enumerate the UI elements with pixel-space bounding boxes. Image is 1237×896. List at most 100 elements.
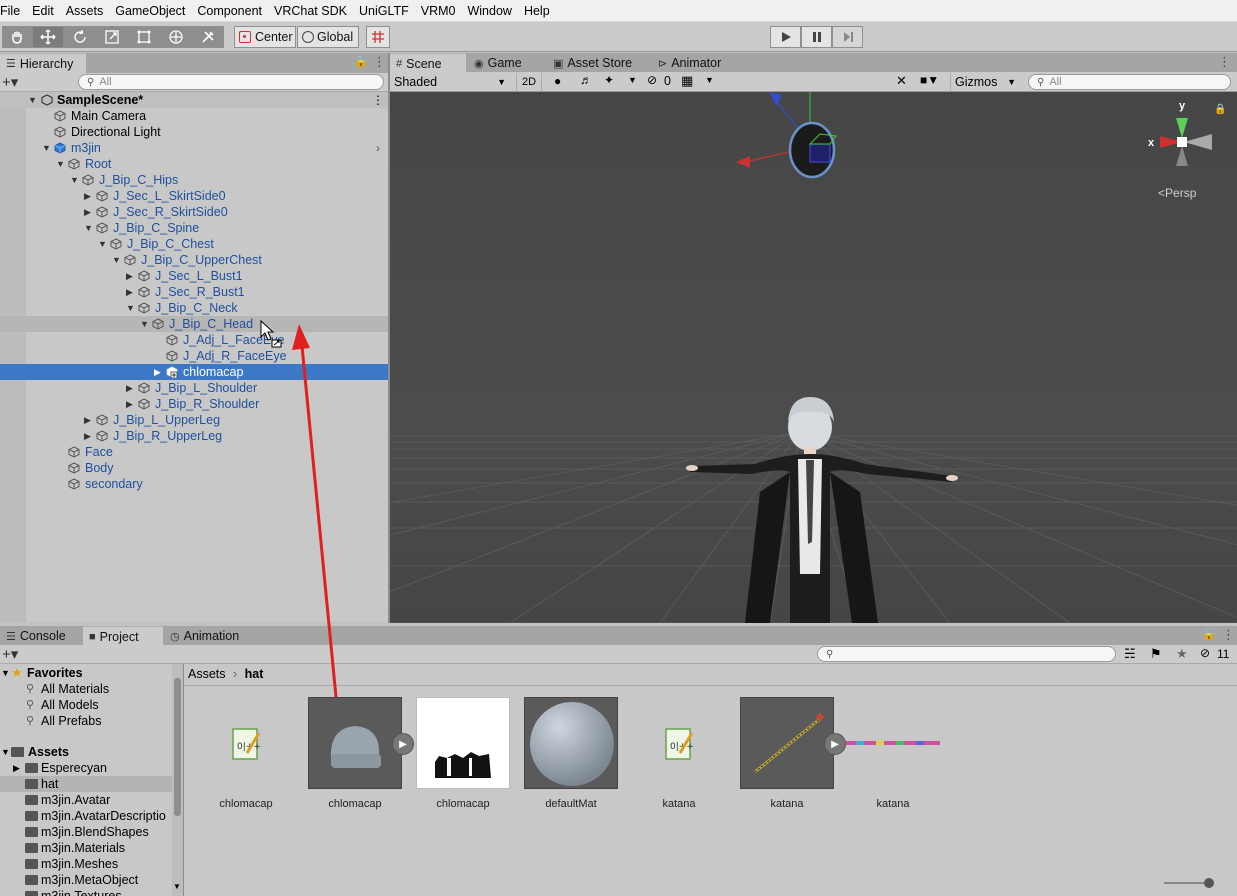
asset-tile[interactable]: ▶ katana xyxy=(740,697,846,810)
tab-scene[interactable]: # Scene xyxy=(390,53,466,73)
tab-animation[interactable]: ◷ Animation xyxy=(164,626,254,646)
scroll-down-icon[interactable]: ▼ xyxy=(173,882,181,891)
expand-arrow-icon[interactable]: ▼ xyxy=(28,92,38,108)
tab-asset-store[interactable]: ▣ Asset Store xyxy=(547,53,637,73)
tab-animator[interactable]: ⊳ Animator xyxy=(652,53,742,73)
grid-toggle-icon[interactable]: ▦ xyxy=(681,73,693,89)
menu-assets[interactable]: Assets xyxy=(60,0,110,22)
star-icon[interactable]: ★ xyxy=(1176,646,1188,662)
hierarchy-row[interactable]: ▶ J_Sec_L_SkirtSide0 xyxy=(0,188,388,204)
asset-zoom-slider[interactable] xyxy=(1164,876,1214,890)
menu-vrm0[interactable]: VRM0 xyxy=(415,0,462,22)
step-button[interactable] xyxy=(832,26,863,48)
folder-item[interactable]: m3jin.Materials xyxy=(0,840,172,856)
hierarchy-row[interactable]: ▶ J_Bip_R_UpperLeg xyxy=(0,428,388,444)
rotate-tool-button[interactable] xyxy=(64,26,96,48)
tab-project[interactable]: ■ Project xyxy=(83,626,163,646)
collapse-arrow-icon[interactable]: ▶ xyxy=(84,204,94,220)
asset-tile[interactable]: defaultMat xyxy=(524,697,618,810)
breadcrumb-hat[interactable]: hat xyxy=(245,667,264,681)
scene-kebab-icon[interactable]: ⋮ xyxy=(372,92,384,108)
folder-item[interactable]: m3jin.Meshes xyxy=(0,856,172,872)
expand-arrow-icon[interactable]: ▼ xyxy=(84,220,94,236)
hierarchy-row[interactable]: ▼ J_Bip_C_Spine xyxy=(0,220,388,236)
persp-label-wrap[interactable]: <Persp xyxy=(1158,186,1196,200)
create-dropdown-button[interactable]: +▾ xyxy=(2,645,18,663)
favorites-row[interactable]: ▼ ★ Favorites xyxy=(0,665,172,681)
gizmos-dropdown[interactable]: Gizmos ▼ xyxy=(950,73,1018,91)
kebab-menu-icon[interactable]: ⋮ xyxy=(1222,627,1235,643)
lock-icon[interactable]: 🔒 xyxy=(1202,628,1216,641)
folder-item[interactable]: m3jin.AvatarDescriptio xyxy=(0,808,172,824)
asset-tile[interactable]: 0|++ katana xyxy=(632,697,726,810)
collapse-arrow-icon[interactable]: ▶ xyxy=(126,284,136,300)
hierarchy-row[interactable]: secondary xyxy=(0,476,388,492)
lightbulb-icon[interactable]: ● xyxy=(554,74,561,88)
effects-icon[interactable]: ✦ xyxy=(604,73,614,87)
hierarchy-row-drop-target[interactable]: ▼ J_Bip_C_Head xyxy=(0,316,388,332)
project-search-input[interactable]: ⚲ xyxy=(817,646,1116,662)
collapse-arrow-icon[interactable]: ▶ xyxy=(84,412,94,428)
menu-edit[interactable]: Edit xyxy=(26,0,60,22)
expand-arrow-icon[interactable]: ▼ xyxy=(70,172,80,188)
pivot-center-button[interactable]: Center xyxy=(234,26,296,48)
folder-item-selected[interactable]: hat xyxy=(0,776,172,792)
play-button[interactable] xyxy=(770,26,801,48)
kebab-menu-icon[interactable]: ⋮ xyxy=(373,54,386,70)
hierarchy-row[interactable]: ▶ J_Bip_L_UpperLeg xyxy=(0,412,388,428)
hierarchy-row[interactable]: ▼ J_Bip_C_UpperChest xyxy=(0,252,388,268)
expand-arrow-icon[interactable]: ▼ xyxy=(112,252,122,268)
search-by-type-icon[interactable]: ☵ xyxy=(1124,646,1136,662)
hierarchy-scene-row[interactable]: ▼ SampleScene* ⋮ xyxy=(0,92,388,108)
slider-knob[interactable] xyxy=(1204,878,1214,888)
favorite-item[interactable]: ⚲ All Prefabs xyxy=(0,713,172,729)
pause-button[interactable] xyxy=(801,26,832,48)
hierarchy-row[interactable]: ▼ Root xyxy=(0,156,388,172)
expand-arrow-icon[interactable]: ▼ xyxy=(126,300,136,316)
grid-dropdown-icon[interactable]: ▼ xyxy=(705,75,714,85)
hierarchy-row[interactable]: Face xyxy=(0,444,388,460)
expand-prefab-button[interactable]: ▶ xyxy=(392,733,414,755)
scene-viewport[interactable]: y x 🔒 <Persp xyxy=(390,92,1237,623)
hierarchy-row[interactable]: ▶ J_Bip_L_Shoulder xyxy=(0,380,388,396)
move-tool-button[interactable] xyxy=(32,26,64,48)
tools-icon[interactable]: ✕ xyxy=(896,73,907,89)
effects-dropdown-icon[interactable]: ▼ xyxy=(628,75,637,85)
expand-arrow-icon[interactable]: ▼ xyxy=(1,665,10,681)
menu-window[interactable]: Window xyxy=(461,0,517,22)
expand-arrow-icon[interactable]: ▼ xyxy=(98,236,108,252)
chevron-right-icon[interactable]: › xyxy=(376,140,380,156)
asset-tile[interactable]: chlomacap xyxy=(416,697,510,810)
asset-tile[interactable]: ▶ chlomacap xyxy=(308,697,414,810)
lock-icon[interactable]: 🔒 xyxy=(354,55,368,68)
folder-item[interactable]: m3jin.MetaObject xyxy=(0,872,172,888)
hierarchy-row[interactable]: ▼ m3jin › xyxy=(0,140,388,156)
menu-uniglf[interactable]: UniGLTF xyxy=(353,0,415,22)
audio-icon[interactable]: ♬ xyxy=(580,73,592,87)
tab-game[interactable]: ◉ Game xyxy=(468,53,544,73)
collapse-arrow-icon[interactable]: ▶ xyxy=(84,428,94,444)
breadcrumb-assets[interactable]: Assets xyxy=(188,667,226,681)
rect-tool-button[interactable] xyxy=(128,26,160,48)
hierarchy-row[interactable]: Body xyxy=(0,460,388,476)
tab-console[interactable]: ☰ Console xyxy=(0,626,82,646)
hierarchy-row[interactable]: ▶ J_Sec_L_Bust1 xyxy=(0,268,388,284)
hierarchy-row[interactable]: ▶ J_Sec_R_Bust1 xyxy=(0,284,388,300)
menu-component[interactable]: Component xyxy=(191,0,268,22)
expand-prefab-button[interactable]: ▶ xyxy=(824,733,846,755)
snap-button[interactable] xyxy=(366,26,390,48)
expand-arrow-icon[interactable]: ▼ xyxy=(56,156,66,172)
hierarchy-row[interactable]: ▼ J_Bip_C_Neck xyxy=(0,300,388,316)
hidden-objects-icon[interactable]: ⊘ xyxy=(647,73,657,87)
hierarchy-row[interactable]: ▼ J_Bip_C_Chest xyxy=(0,236,388,252)
hierarchy-row[interactable]: Directional Light xyxy=(0,124,388,140)
menu-vrchat-sdk[interactable]: VRChat SDK xyxy=(268,0,353,22)
collapse-arrow-icon[interactable]: ▶ xyxy=(126,268,136,284)
asset-tile[interactable]: katana xyxy=(846,697,940,810)
scene-kebab-menu-icon[interactable]: ⋮ xyxy=(1218,54,1231,70)
favorite-item[interactable]: ⚲ All Models xyxy=(0,697,172,713)
menu-help[interactable]: Help xyxy=(518,0,556,22)
transform-tool-button[interactable] xyxy=(160,26,192,48)
hand-tool-button[interactable] xyxy=(2,26,32,48)
hierarchy-row[interactable]: ▶ J_Sec_R_SkirtSide0 xyxy=(0,204,388,220)
